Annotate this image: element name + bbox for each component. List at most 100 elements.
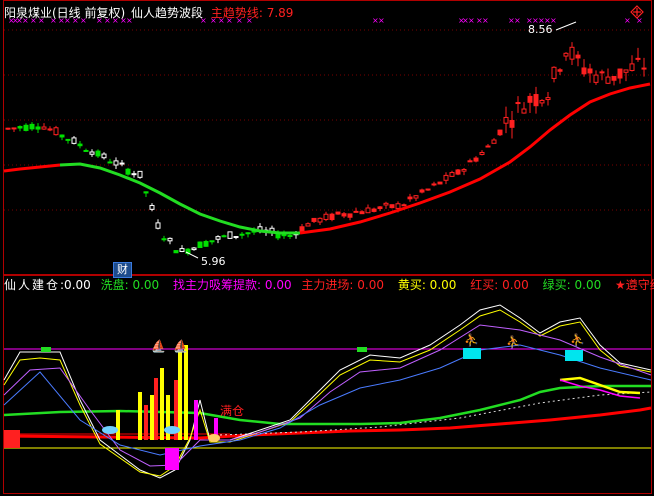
candle-body	[617, 68, 623, 79]
candle-body	[221, 235, 227, 238]
discipline-label: ★遵守纪	[615, 278, 654, 292]
candle-body	[161, 238, 167, 241]
candle-body	[65, 138, 71, 141]
signal-bar	[150, 395, 154, 440]
candle-body	[11, 127, 17, 130]
yellow-buy-value: 黄买: 0.00	[397, 278, 457, 292]
signal-bar	[160, 368, 164, 440]
candle-body	[365, 207, 371, 214]
candle-body	[353, 210, 359, 213]
candle-body	[545, 97, 551, 101]
candle-body	[407, 196, 413, 200]
absorb-value: 找主力吸筹提款: 0.00	[173, 278, 292, 292]
candle-body	[209, 240, 215, 243]
main-header: 阳泉煤业(日线 前复权) 仙人趋势波段 主趋势线: 7.89	[4, 6, 293, 20]
candle-body	[431, 183, 437, 186]
candle-body	[581, 67, 587, 75]
signal-x-marker: ×	[514, 16, 521, 25]
candle-body	[587, 68, 593, 74]
candle-body	[47, 128, 53, 131]
candle-body	[527, 95, 533, 103]
candle-body	[599, 71, 605, 74]
candle-body	[611, 75, 617, 81]
green-buy-marker	[357, 347, 367, 352]
magenta-signal-line	[559, 379, 641, 399]
candle-body	[569, 46, 575, 60]
signal-x-marker: ×	[378, 16, 385, 25]
candle-body	[179, 248, 185, 252]
cyan-buy-box	[463, 348, 481, 359]
candle-body	[449, 172, 455, 177]
boat-icon: ⛵	[173, 339, 188, 353]
candle-body	[605, 76, 611, 84]
candle-body	[305, 223, 311, 227]
candle-body	[347, 213, 353, 218]
sub-indicator-name[interactable]: 仙人建仓	[4, 278, 60, 292]
signal-x-marker: ×	[482, 16, 489, 25]
candle-body	[419, 189, 425, 193]
candle-body	[509, 120, 515, 128]
candle-body	[71, 137, 77, 144]
candle-body	[389, 204, 395, 209]
signal-bar	[154, 378, 158, 440]
candle-body	[533, 94, 539, 107]
runner-icon: ⛹	[570, 332, 585, 347]
candle-body	[323, 213, 329, 220]
candle-body	[83, 149, 89, 152]
candle-body	[629, 63, 635, 72]
candle-body	[515, 102, 521, 105]
candle-body	[107, 161, 113, 164]
candle-body	[341, 213, 347, 217]
settings-icon[interactable]	[630, 4, 644, 19]
finance-badge[interactable]: 财	[113, 262, 132, 278]
chart-canvas[interactable]: ××× × × × × × × × × × × × × × × × × × × × × × ×× × × × × × × × × × × × ×⛹ ⛹…	[0, 0, 654, 496]
runner-icon: ⛹	[464, 332, 479, 347]
candle-body	[557, 69, 563, 72]
candle-body	[143, 191, 149, 194]
candle-body	[239, 233, 245, 236]
candle-body	[167, 237, 173, 242]
candle-body	[425, 188, 431, 191]
trend-line-value: 主趋势线: 7.89	[210, 6, 294, 20]
candle-body	[455, 169, 461, 175]
candle-body	[395, 203, 401, 209]
red-buy-value: 红买: 0.00	[470, 278, 529, 292]
candle-body	[413, 195, 419, 199]
signal-bar	[116, 410, 120, 440]
candle-body	[503, 116, 509, 124]
candle-body	[77, 143, 83, 147]
fish-icon	[164, 426, 180, 434]
candle-body	[89, 151, 95, 155]
candle-body	[149, 204, 155, 210]
candle-body	[299, 226, 305, 232]
candle-body	[461, 168, 467, 172]
high-price-arrow	[555, 21, 577, 31]
oscillator-line-yellow	[3, 309, 652, 477]
green-buy-marker	[41, 347, 51, 352]
candle-body	[191, 247, 197, 251]
signal-x-marker: ×	[468, 16, 475, 25]
candle-body	[623, 69, 629, 73]
green-buy-value: 绿买: 0.00	[542, 278, 602, 292]
candle-body	[137, 170, 143, 178]
candle-body	[119, 162, 125, 165]
candle-body	[443, 174, 449, 181]
indicator-name[interactable]: 仙人趋势波段	[131, 6, 203, 20]
red-volume-bar	[4, 430, 20, 448]
candle-body	[539, 99, 545, 104]
sub-indicator-value: :0.00	[60, 278, 91, 292]
candle-body	[203, 240, 209, 247]
candle-body	[23, 124, 29, 131]
candle-body	[215, 236, 221, 240]
candle-body	[317, 217, 323, 223]
candle-body	[29, 123, 35, 130]
candle-body	[479, 151, 485, 155]
candle-body	[563, 52, 569, 57]
candle-body	[551, 66, 557, 79]
candle-body	[521, 108, 527, 114]
candle-body	[311, 217, 317, 222]
signal-bar	[144, 405, 148, 440]
trend-line-green	[59, 162, 300, 235]
candle-body	[5, 127, 11, 130]
candle-body	[401, 204, 407, 207]
